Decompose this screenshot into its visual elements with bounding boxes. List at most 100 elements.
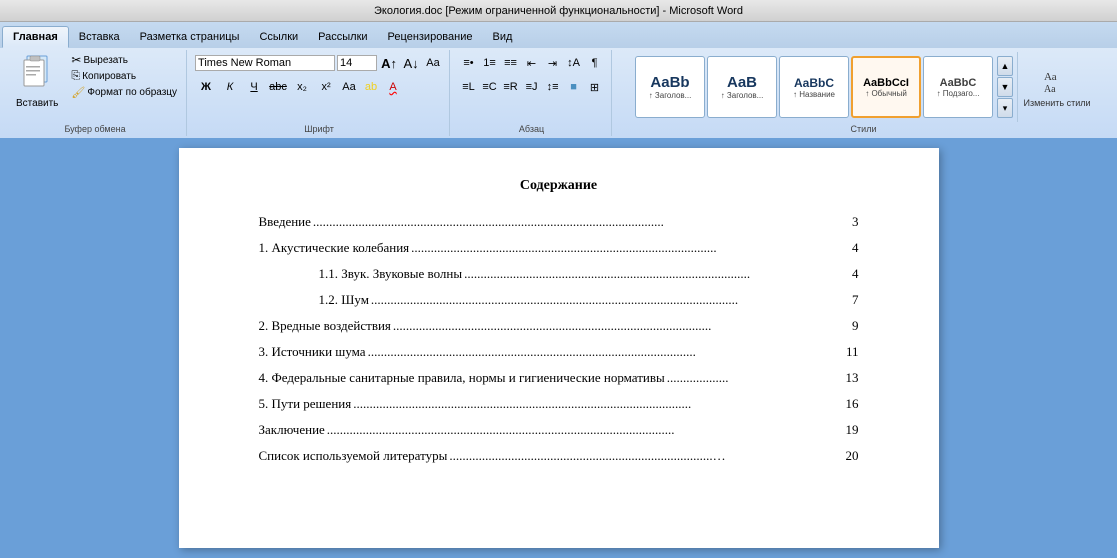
ribbon-tabs: Главная Вставка Разметка страницы Ссылки…: [0, 22, 1117, 48]
para-row1: ≡• 1≡ ≡≡ ⇤ ⇥ ↕A ¶: [459, 52, 605, 74]
toc-page-5: 11: [846, 344, 859, 360]
toc-page-4: 9: [852, 318, 859, 334]
toc-page-9: 20: [846, 448, 859, 464]
toc-page-0: 3: [852, 214, 859, 230]
justify-button[interactable]: ≡J: [522, 77, 542, 97]
italic-button[interactable]: К: [219, 77, 241, 97]
toc-dots-0: ........................................…: [313, 214, 850, 230]
toc-entry-4: 2. Вредные воздействия..................…: [259, 318, 859, 334]
highlight-color-button[interactable]: ab: [361, 77, 381, 97]
toc-dots-1: ........................................…: [411, 240, 850, 256]
clipboard-mini-buttons: ✂ Вырезать ⎘ Копировать 🖌 Формат по обра…: [68, 52, 180, 100]
tab-references[interactable]: Ссылки: [249, 26, 308, 48]
font-size-input[interactable]: [337, 55, 377, 71]
change-style-label: Изменить стили: [1024, 98, 1091, 108]
styles-scroll: ▲ ▼ ▾: [997, 56, 1013, 118]
clipboard-group: Вставить ✂ Вырезать ⎘ Копировать 🖌 Форма…: [4, 50, 187, 136]
toc-entry-2: 1.1. Звук. Звуковые волны...............…: [259, 266, 859, 282]
change-style-button[interactable]: Аа Аа Изменить стили: [1022, 66, 1092, 108]
toc-text-1: 1. Акустические колебания: [259, 240, 410, 256]
tab-view[interactable]: Вид: [483, 26, 523, 48]
toc-page-2: 4: [852, 266, 859, 282]
styles-gallery: AaBb ↑ Заголов... AaB ↑ Заголов... AaBbC…: [635, 52, 1013, 122]
style-subtitle[interactable]: AaBbC ↑ Подзаго...: [923, 56, 993, 118]
styles-expand[interactable]: ▾: [997, 98, 1013, 118]
style-heading1[interactable]: AaBb ↑ Заголов...: [635, 56, 705, 118]
tab-layout[interactable]: Разметка страницы: [130, 26, 250, 48]
copy-button[interactable]: ⎘ Копировать: [68, 69, 180, 84]
clipboard-group-label: Буфер обмена: [64, 122, 125, 134]
styles-group: AaBb ↑ Заголов... AaB ↑ Заголов... AaBbC…: [614, 50, 1113, 136]
toc-text-7: 5. Пути решения: [259, 396, 352, 412]
shading-button[interactable]: ■: [564, 77, 584, 97]
svg-text:Аа: Аа: [1044, 71, 1057, 83]
toc-text-9: Список используемой литературы: [259, 448, 448, 464]
toc-entry-8: Заключение..............................…: [259, 422, 859, 438]
toc-page-6: 13: [846, 370, 859, 386]
styles-scroll-down[interactable]: ▼: [997, 77, 1013, 97]
paste-button[interactable]: Вставить: [10, 52, 64, 111]
toc-text-5: 3. Источники шума: [259, 344, 366, 360]
shrink-font-button[interactable]: A↓: [401, 53, 421, 73]
underline-button[interactable]: Ч: [243, 77, 265, 97]
tab-home[interactable]: Главная: [2, 26, 69, 48]
superscript-button[interactable]: x²: [315, 77, 337, 97]
style-heading2[interactable]: AaB ↑ Заголов...: [707, 56, 777, 118]
font-row2: Ж К Ч abc x₂ x² Aa ab A: [195, 76, 403, 98]
multilevel-list-button[interactable]: ≡≡: [501, 53, 521, 73]
document-page: Содержание Введение.....................…: [179, 148, 939, 548]
sort-button[interactable]: ↕A: [564, 53, 584, 73]
document-area: Содержание Введение.....................…: [0, 138, 1117, 558]
styles-group-label: Стили: [851, 122, 877, 134]
cut-button[interactable]: ✂ Вырезать: [68, 52, 180, 68]
strikethrough-button[interactable]: abc: [267, 77, 289, 97]
toc-text-8: Заключение: [259, 422, 325, 438]
toc-dots-4: ........................................…: [393, 318, 850, 334]
tab-mailings[interactable]: Рассылки: [308, 26, 377, 48]
tab-insert[interactable]: Вставка: [69, 26, 130, 48]
toc-page-3: 7: [852, 292, 859, 308]
toc-entry-1: 1. Акустические колебания...............…: [259, 240, 859, 256]
font-color-button[interactable]: A: [383, 77, 403, 97]
bullets-button[interactable]: ≡•: [459, 53, 479, 73]
subscript-button[interactable]: x₂: [291, 77, 313, 97]
toc-dots-6: ...................: [667, 370, 844, 386]
align-left-button[interactable]: ≡L: [459, 77, 479, 97]
toc-text-3: 1.2. Шум: [319, 292, 369, 308]
format-painter-button[interactable]: 🖌 Формат по образцу: [68, 85, 180, 100]
toc-text-4: 2. Вредные воздействия: [259, 318, 391, 334]
toc-page-7: 16: [846, 396, 859, 412]
decrease-indent-button[interactable]: ⇤: [522, 53, 542, 73]
tab-review[interactable]: Рецензирование: [378, 26, 483, 48]
align-center-button[interactable]: ≡C: [480, 77, 500, 97]
toc-entry-7: 5. Пути решения.........................…: [259, 396, 859, 412]
font-row1: A↑ A↓ Aa: [195, 52, 443, 74]
text-effects-button[interactable]: Aa: [339, 77, 359, 97]
toc-page-8: 19: [846, 422, 859, 438]
paste-icon: [19, 54, 55, 98]
toc-entry-6: 4. Федеральные санитарные правила, нормы…: [259, 370, 859, 386]
line-spacing-button[interactable]: ↕≡: [543, 77, 563, 97]
paste-label: Вставить: [16, 98, 58, 109]
font-name-input[interactable]: [195, 55, 335, 71]
grow-font-button[interactable]: A↑: [379, 53, 399, 73]
style-title[interactable]: AaBbC ↑ Название: [779, 56, 849, 118]
styles-divider: [1017, 52, 1018, 122]
align-right-button[interactable]: ≡R: [501, 77, 521, 97]
increase-indent-button[interactable]: ⇥: [543, 53, 563, 73]
numbered-list-button[interactable]: 1≡: [480, 53, 500, 73]
ribbon-content: Вставить ✂ Вырезать ⎘ Копировать 🖌 Форма…: [0, 48, 1117, 138]
style-normal[interactable]: AaBbCcI ↑ Обычный: [851, 56, 921, 118]
font-group-label: Шрифт: [304, 122, 334, 134]
clear-format-button[interactable]: Aa: [423, 53, 443, 73]
show-marks-button[interactable]: ¶: [585, 53, 605, 73]
styles-scroll-up[interactable]: ▲: [997, 56, 1013, 76]
borders-button[interactable]: ⊞: [585, 77, 605, 97]
paragraph-group: ≡• 1≡ ≡≡ ⇤ ⇥ ↕A ¶ ≡L ≡C ≡R ≡J ↕≡ ■ ⊞ Абз…: [452, 50, 612, 136]
svg-text:Аа: Аа: [1044, 84, 1056, 95]
toc-text-6: 4. Федеральные санитарные правила, нормы…: [259, 370, 665, 386]
bold-button[interactable]: Ж: [195, 77, 217, 97]
toc-page-1: 4: [852, 240, 859, 256]
toc-dots-8: ........................................…: [327, 422, 844, 438]
toc-dots-7: ........................................…: [353, 396, 843, 412]
